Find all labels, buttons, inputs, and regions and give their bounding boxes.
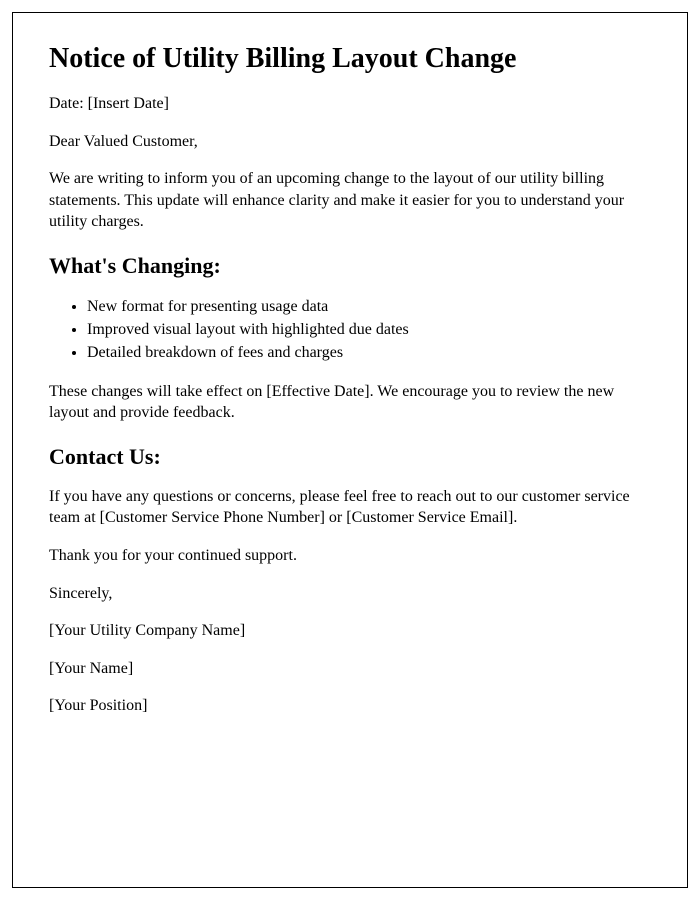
list-item: Detailed breakdown of fees and charges [87, 341, 651, 364]
intro-paragraph: We are writing to inform you of an upcom… [49, 168, 651, 233]
sender-position: [Your Position] [49, 695, 651, 717]
company-name: [Your Utility Company Name] [49, 620, 651, 642]
page-title: Notice of Utility Billing Layout Change [49, 43, 651, 75]
thanks-line: Thank you for your continued support. [49, 545, 651, 567]
contact-heading: Contact Us: [49, 444, 651, 470]
changes-heading: What's Changing: [49, 253, 651, 279]
sender-name: [Your Name] [49, 658, 651, 680]
effective-paragraph: These changes will take effect on [Effec… [49, 381, 651, 424]
changes-list: New format for presenting usage data Imp… [87, 295, 651, 365]
closing-line: Sincerely, [49, 583, 651, 605]
document-page: Notice of Utility Billing Layout Change … [12, 12, 688, 888]
date-line: Date: [Insert Date] [49, 93, 651, 115]
contact-body: If you have any questions or concerns, p… [49, 486, 651, 529]
list-item: New format for presenting usage data [87, 295, 651, 318]
salutation: Dear Valued Customer, [49, 131, 651, 153]
list-item: Improved visual layout with highlighted … [87, 318, 651, 341]
